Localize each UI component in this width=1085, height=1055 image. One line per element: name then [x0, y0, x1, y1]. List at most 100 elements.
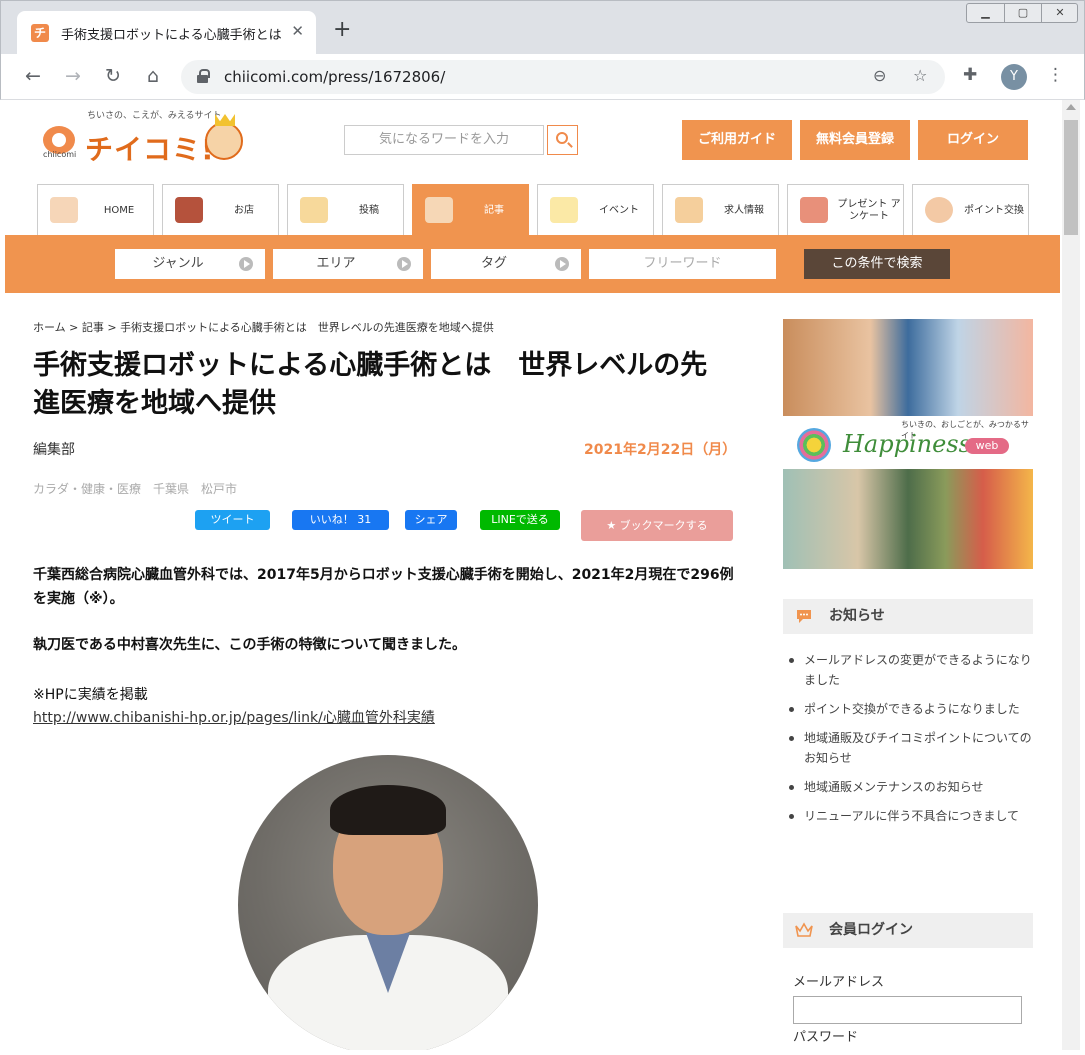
nav-tab-label: プレゼント アンケート: [837, 198, 901, 222]
site-logo[interactable]: チイコミ!: [85, 128, 215, 168]
tweet-button[interactable]: ツイート: [195, 510, 270, 530]
nav-tab-post[interactable]: 投稿: [287, 184, 404, 235]
nav-tab-present[interactable]: プレゼント アンケート: [787, 184, 904, 235]
back-arrow-icon[interactable]: ←: [21, 64, 45, 88]
bookmark-button[interactable]: ★ ブックマークする: [581, 510, 733, 541]
nav-tab-articles[interactable]: 記事: [412, 184, 529, 235]
nav-tab-label: HOME: [103, 204, 135, 216]
maximize-icon[interactable]: ▢: [1004, 4, 1041, 22]
speech-bubble-icon: [795, 608, 813, 624]
crown-icon: [795, 922, 813, 938]
login-heading: 会員ログイン: [783, 913, 1033, 948]
favicon-icon: チ: [31, 24, 49, 42]
genre-select[interactable]: ジャンル: [115, 249, 265, 279]
shop-icon: [175, 197, 203, 223]
browser-titlebar: チ 手術支援ロボットによる心臓手術とは ✕ + ▁ ▢ ✕: [0, 0, 1085, 55]
nav-tab-points[interactable]: ポイント交換: [912, 184, 1029, 235]
nav-tab-label: 記事: [484, 204, 504, 216]
article-author: 編集部: [33, 442, 75, 458]
facebook-share-button[interactable]: シェア: [405, 510, 457, 530]
url-text: chiicomi.com/press/1672806/: [224, 68, 446, 86]
article-title: 手術支援ロボットによる心臓手術とは 世界レベルの先進医療を地域へ提供: [33, 350, 708, 419]
logo-subtext: chiicomi: [43, 150, 77, 159]
area-select[interactable]: エリア: [273, 249, 423, 279]
reload-icon[interactable]: ↻: [101, 64, 125, 88]
gift-icon: [800, 197, 828, 223]
close-tab-icon[interactable]: ✕: [291, 22, 304, 40]
breadcrumb[interactable]: ホーム > 記事 > 手術支援ロボットによる心臓手術とは 世界レベルの先進医療を…: [33, 319, 494, 335]
nav-tab-events[interactable]: イベント: [537, 184, 654, 235]
window-close-icon[interactable]: ✕: [1041, 4, 1078, 22]
minimize-icon[interactable]: ▁: [967, 4, 1004, 22]
flower-logo-icon: [797, 428, 831, 462]
browser-tab[interactable]: チ 手術支援ロボットによる心臓手術とは ✕: [17, 11, 316, 55]
menu-kebab-icon[interactable]: ⋮: [1047, 65, 1064, 85]
article-date: 2021年2月22日（月）: [584, 442, 737, 458]
freeword-input[interactable]: フリーワード: [589, 249, 776, 279]
login-title: 会員ログイン: [829, 922, 913, 938]
news-item[interactable]: ポイント交換ができるようになりました: [783, 699, 1033, 719]
window-controls: ▁ ▢ ✕: [966, 3, 1078, 23]
person-magnifier-icon: [675, 197, 703, 223]
address-bar[interactable]: chiicomi.com/press/1672806/ ⊖ ☆: [181, 60, 945, 94]
article-categories[interactable]: カラダ・健康・医療 千葉県 松戸市: [33, 480, 237, 497]
nav-tab-home[interactable]: HOME: [37, 184, 154, 235]
newspaper-icon: [425, 197, 453, 223]
facebook-like-button[interactable]: いいね！ 31: [292, 510, 389, 530]
zoom-icon[interactable]: ⊖: [873, 66, 886, 85]
hospital-link[interactable]: http://www.chibanishi-hp.or.jp/pages/lin…: [33, 707, 435, 727]
guide-button[interactable]: ご利用ガイド: [682, 120, 792, 160]
arrow-right-icon: [397, 257, 411, 271]
genre-label: ジャンル: [152, 256, 204, 271]
scroll-thumb[interactable]: [1064, 120, 1078, 235]
nav-tab-jobs[interactable]: 求人情報: [662, 184, 779, 235]
nav-tab-shop[interactable]: お店: [162, 184, 279, 235]
logo-tagline: ちいさの、こえが、みえるサイト: [87, 111, 222, 121]
login-button[interactable]: ログイン: [918, 120, 1028, 160]
arrow-right-icon: [555, 257, 569, 271]
news-list: メールアドレスの変更ができるようになりました ポイント交換ができるようになりまし…: [783, 650, 1033, 835]
email-field[interactable]: [793, 996, 1022, 1024]
mascot-icon: [205, 122, 243, 160]
article-lead: 執刀医である中村喜次先生に、この手術の特徴について聞きました。: [33, 637, 467, 653]
stars-icon: [550, 197, 578, 223]
ad-web-badge: web: [965, 438, 1009, 454]
tag-select[interactable]: タグ: [431, 249, 581, 279]
browser-toolbar: ← → ↻ ⌂ chiicomi.com/press/1672806/ ⊖ ☆ …: [0, 54, 1085, 100]
news-item[interactable]: リニューアルに伴う不具合につきまして: [783, 806, 1033, 826]
house-icon: [50, 197, 78, 223]
home-icon[interactable]: ⌂: [141, 64, 165, 88]
news-item[interactable]: 地域通販メンテナンスのお知らせ: [783, 777, 1033, 797]
site-search-input[interactable]: 気になるワードを入力: [344, 125, 544, 155]
nav-tab-label: お店: [234, 204, 254, 216]
search-filter-bar: ジャンル エリア タグ フリーワード この条件で検索: [5, 235, 1060, 293]
filter-search-button[interactable]: この条件で検索: [804, 249, 950, 279]
search-button[interactable]: [547, 125, 578, 155]
news-item[interactable]: メールアドレスの変更ができるようになりました: [783, 650, 1033, 690]
email-label: メールアドレス: [793, 975, 885, 990]
nav-tab-label: イベント: [599, 204, 639, 216]
news-title: お知らせ: [829, 608, 885, 624]
profile-avatar[interactable]: Y: [1001, 64, 1027, 90]
ad-brand-strip: ちいきの、おしごとが、みつかるサイト Happiness web: [783, 416, 1033, 469]
extensions-puzzle-icon[interactable]: ✚: [963, 65, 977, 85]
register-button[interactable]: 無料会員登録: [800, 120, 910, 160]
nav-tab-label: 投稿: [359, 204, 379, 216]
pencil-bubble-icon: [300, 197, 328, 223]
hair: [330, 785, 446, 835]
news-item[interactable]: 地域通販及びチイコミポイントについてのお知らせ: [783, 728, 1033, 768]
line-share-button[interactable]: LINEで送る: [480, 510, 560, 530]
ad-photo-bottom: [783, 469, 1033, 569]
news-heading: お知らせ: [783, 599, 1033, 634]
scroll-up-icon[interactable]: [1066, 104, 1076, 110]
ad-photo-top: [783, 319, 1033, 416]
new-tab-icon[interactable]: +: [333, 19, 351, 41]
happiness-ad-banner[interactable]: ちいきの、おしごとが、みつかるサイト Happiness web: [783, 319, 1033, 569]
page-scrollbar[interactable]: [1062, 100, 1080, 1050]
forward-arrow-icon[interactable]: →: [61, 64, 85, 88]
star-icon[interactable]: ☆: [913, 66, 927, 85]
search-icon: [556, 132, 568, 144]
article-intro: 千葉西総合病院心臓血管外科では、2017年5月からロボット支援心臓手術を開始し、…: [33, 567, 734, 607]
point-coin-icon: [925, 197, 953, 223]
tag-label: タグ: [480, 256, 507, 271]
